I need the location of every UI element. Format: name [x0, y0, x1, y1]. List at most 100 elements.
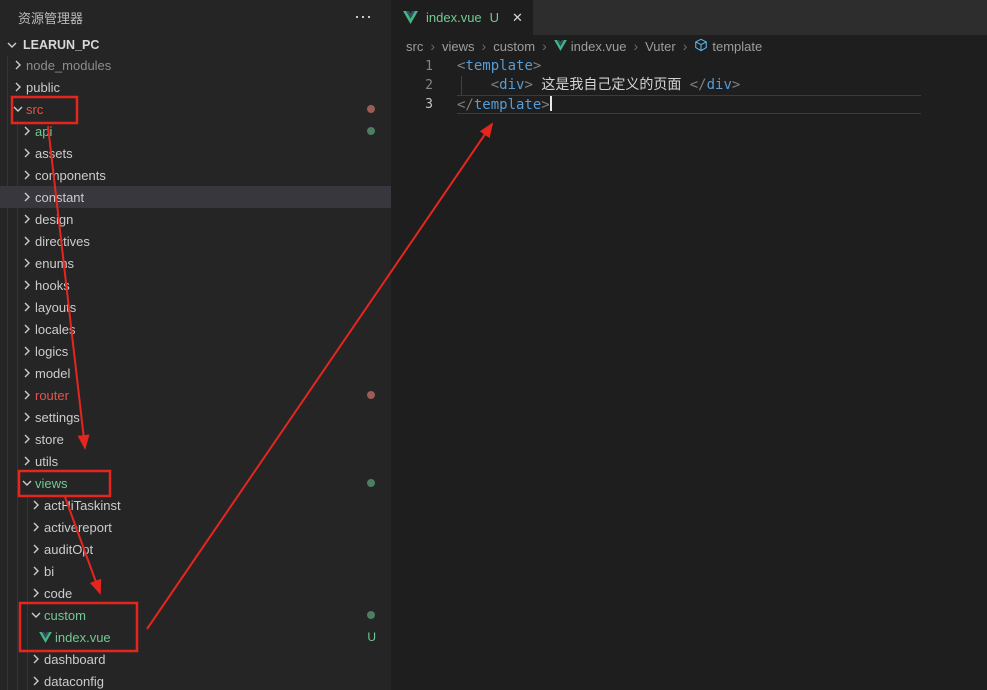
- tree-item-auditOpt[interactable]: auditOpt: [0, 538, 391, 560]
- tree-item-label: hooks: [35, 278, 70, 293]
- code-token: div: [707, 77, 732, 93]
- tree-item-label: utils: [35, 454, 58, 469]
- tree-item-views[interactable]: views: [0, 472, 391, 494]
- file-tree: node_modulespublic src api assets components…: [0, 54, 391, 690]
- explorer-sidebar: 资源管理器 ⋯ LEARUN_PC node_modulespublic src a…: [0, 0, 391, 690]
- code-token: >: [524, 77, 532, 93]
- code-token: <: [491, 77, 499, 93]
- breadcrumb-separator: ›: [482, 38, 487, 54]
- chevron-right-icon: [19, 167, 35, 183]
- tree-item-label: components: [35, 168, 106, 183]
- tree-item-code[interactable]: code: [0, 582, 391, 604]
- tree-item-hooks[interactable]: hooks: [0, 274, 391, 296]
- tree-item-label: constant: [35, 190, 84, 205]
- tab-index-vue[interactable]: index.vue U ✕: [391, 0, 533, 35]
- breadcrumb-label: template: [712, 39, 762, 54]
- chevron-down-icon: [28, 607, 44, 623]
- tree-item-label: activereport: [44, 520, 112, 535]
- tree-item-activereport[interactable]: activereport: [0, 516, 391, 538]
- tree-item-assets[interactable]: assets: [0, 142, 391, 164]
- tree-item-design[interactable]: design: [0, 208, 391, 230]
- more-actions-icon[interactable]: ⋯: [354, 12, 373, 22]
- code-line-2: 2 <div> 这是我自己定义的页面 </div>: [391, 76, 987, 95]
- tree-item-api[interactable]: api: [0, 120, 391, 142]
- tree-item-constant[interactable]: constant: [0, 186, 391, 208]
- chevron-right-icon: [19, 277, 35, 293]
- tree-item-label: public: [26, 80, 60, 95]
- vue-icon: [402, 11, 418, 25]
- tree-item-dataconfig[interactable]: dataconfig: [0, 670, 391, 690]
- tree-item-label: design: [35, 212, 73, 227]
- code-token: </: [690, 77, 707, 93]
- chevron-right-icon: [19, 145, 35, 161]
- line-number: 2: [391, 76, 433, 95]
- tree-item-src[interactable]: src: [0, 98, 391, 120]
- code-editor[interactable]: 1<template>2 <div> 这是我自己定义的页面 </div>3</t…: [391, 57, 987, 114]
- chevron-down-icon: [19, 475, 35, 491]
- tree-item-model[interactable]: model: [0, 362, 391, 384]
- breadcrumb-item-views[interactable]: views: [442, 39, 475, 54]
- close-icon[interactable]: ✕: [512, 10, 523, 26]
- workspace-root-header[interactable]: LEARUN_PC: [0, 34, 391, 56]
- tree-item-label: dataconfig: [44, 674, 104, 689]
- tree-item-label: store: [35, 432, 64, 447]
- tree-item-label: router: [35, 388, 69, 403]
- tree-item-actHiTaskinst[interactable]: actHiTaskinst: [0, 494, 391, 516]
- tree-item-utils[interactable]: utils: [0, 450, 391, 472]
- symbol-cube-icon: [694, 38, 708, 55]
- code-line-3: 3</template>: [391, 95, 987, 114]
- breadcrumb-item-src[interactable]: src: [406, 39, 423, 54]
- chevron-down-icon: [4, 37, 20, 53]
- chevron-right-icon: [19, 365, 35, 381]
- tree-item-settings[interactable]: settings: [0, 406, 391, 428]
- tree-item-label: enums: [35, 256, 74, 271]
- tree-item-locales[interactable]: locales: [0, 318, 391, 340]
- chevron-right-icon: [19, 343, 35, 359]
- tree-item-components[interactable]: components: [0, 164, 391, 186]
- chevron-right-icon: [28, 541, 44, 557]
- breadcrumb-separator: ›: [542, 38, 547, 54]
- text-cursor: [550, 96, 552, 111]
- tree-item-label: directives: [35, 234, 90, 249]
- code-token: >: [541, 97, 549, 113]
- chevron-right-icon: [19, 189, 35, 205]
- added-dot-badge: [367, 127, 375, 135]
- tree-item-logics[interactable]: logics: [0, 340, 391, 362]
- breadcrumb-item-Vuter[interactable]: Vuter: [645, 39, 676, 54]
- tree-item-bi[interactable]: bi: [0, 560, 391, 582]
- tree-item-index.vue[interactable]: index.vueU: [0, 626, 391, 648]
- chevron-right-icon: [19, 431, 35, 447]
- chevron-right-icon: [19, 211, 35, 227]
- breadcrumb-label: Vuter: [645, 39, 676, 54]
- breadcrumb: src›views›custom›index.vue›Vuter›templat…: [391, 35, 987, 57]
- chevron-right-icon: [28, 519, 44, 535]
- tree-item-layouts[interactable]: layouts: [0, 296, 391, 318]
- tree-item-label: api: [35, 124, 52, 139]
- breadcrumb-item-custom[interactable]: custom: [493, 39, 535, 54]
- tree-item-node_modules[interactable]: node_modules: [0, 54, 391, 76]
- tree-item-label: node_modules: [26, 58, 111, 73]
- added-dot-badge: [367, 479, 375, 487]
- breadcrumb-item-index.vue[interactable]: index.vue: [554, 39, 627, 54]
- breadcrumb-item-template[interactable]: template: [694, 38, 762, 55]
- tree-item-custom[interactable]: custom: [0, 604, 391, 626]
- tree-item-label: views: [35, 476, 68, 491]
- chevron-down-icon: [10, 101, 26, 117]
- tree-item-public[interactable]: public: [0, 76, 391, 98]
- tree-item-directives[interactable]: directives: [0, 230, 391, 252]
- vue-icon: [37, 630, 53, 644]
- tree-item-store[interactable]: store: [0, 428, 391, 450]
- sidebar-title-row: 资源管理器 ⋯: [0, 0, 391, 34]
- breadcrumb-label: src: [406, 39, 423, 54]
- tree-item-label: dashboard: [44, 652, 105, 667]
- chevron-right-icon: [28, 585, 44, 601]
- tree-item-label: bi: [44, 564, 54, 579]
- chevron-right-icon: [19, 299, 35, 315]
- chevron-right-icon: [19, 321, 35, 337]
- tree-item-router[interactable]: router: [0, 384, 391, 406]
- tree-item-dashboard[interactable]: dashboard: [0, 648, 391, 670]
- chevron-right-icon: [10, 57, 26, 73]
- tree-item-enums[interactable]: enums: [0, 252, 391, 274]
- line-number: 1: [391, 57, 433, 76]
- tree-item-label: logics: [35, 344, 68, 359]
